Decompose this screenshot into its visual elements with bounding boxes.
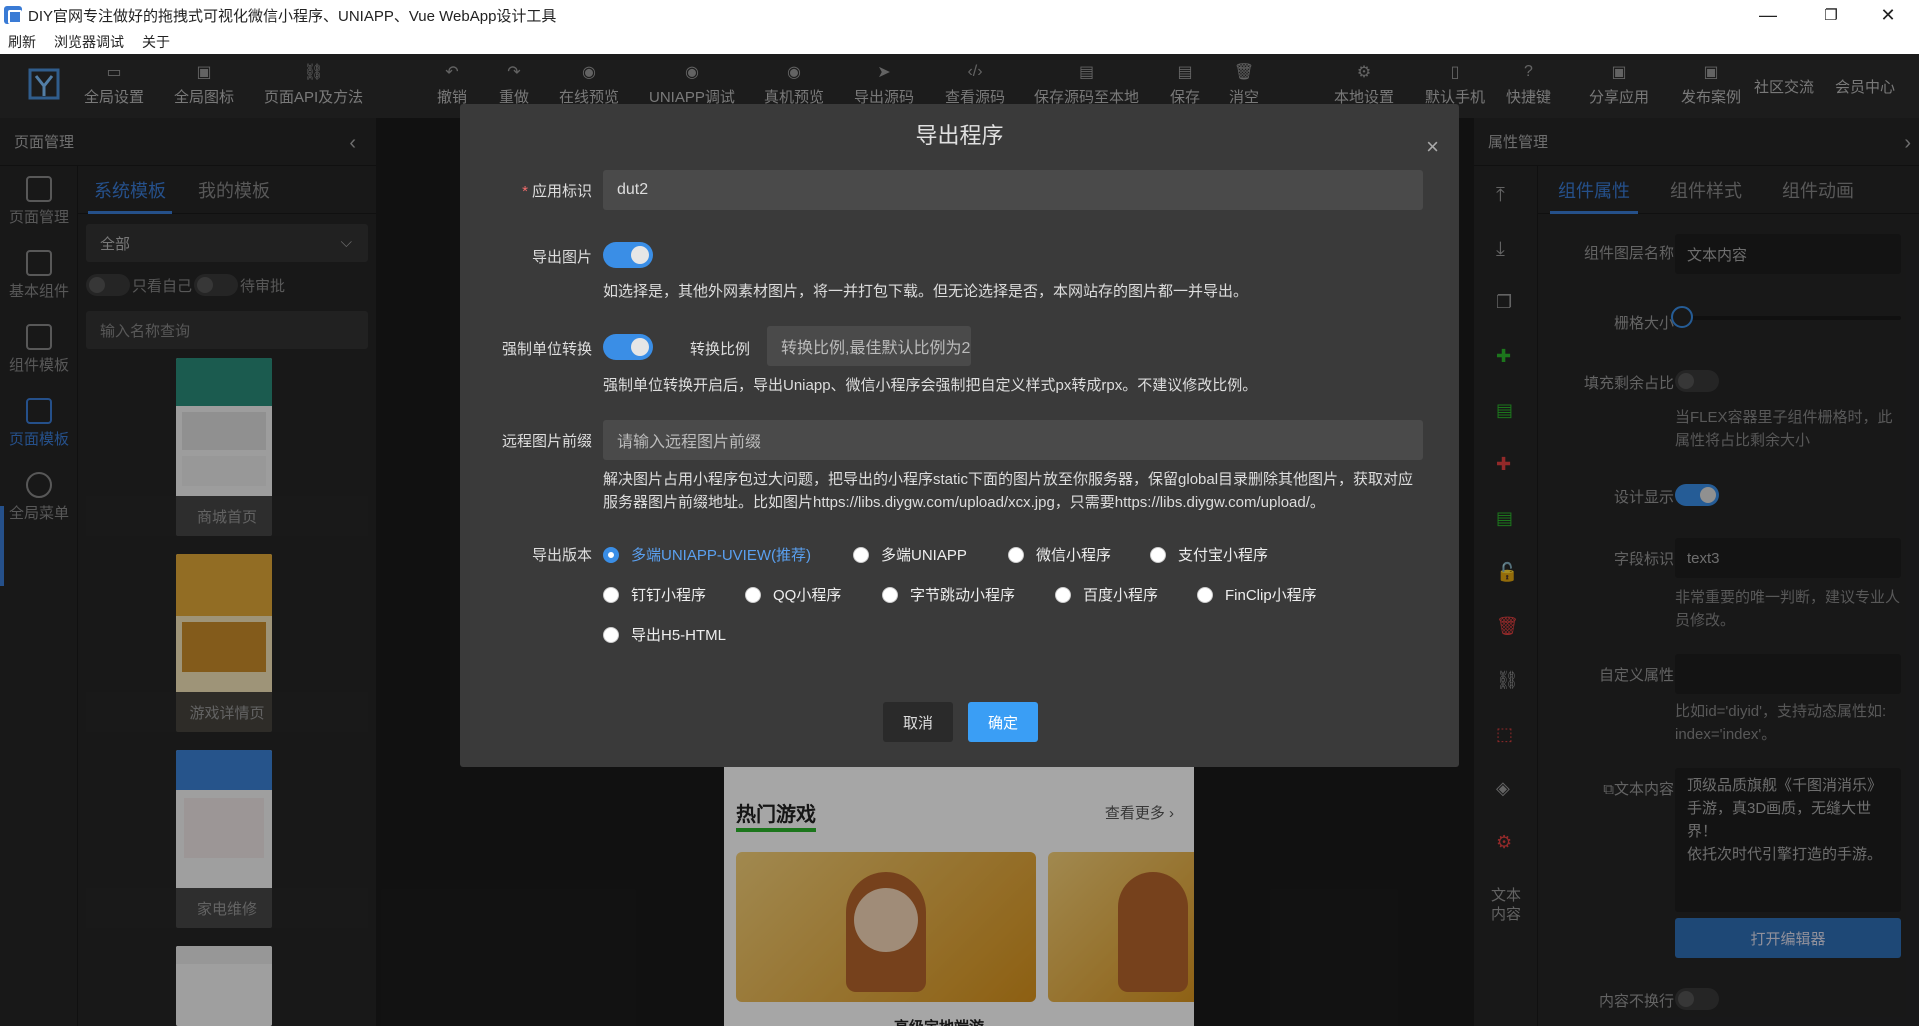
remote-prefix-label: 远程图片前缀 <box>501 433 592 450</box>
radio-alipay[interactable]: 支付宝小程序 <box>1150 544 1268 565</box>
force-unit-toggle[interactable] <box>603 334 653 360</box>
radio-uniapp[interactable]: 多端UNIAPP <box>853 544 967 565</box>
ratio-input[interactable]: 转换比例,最佳默认比例为2 <box>767 326 971 366</box>
required-marker: * <box>522 183 528 200</box>
radio-uniapp-uview[interactable]: 多端UNIAPP-UVIEW(推荐) <box>603 544 811 565</box>
radio-qq[interactable]: QQ小程序 <box>745 584 841 605</box>
export-dialog: 导出程序 × * 应用标识 dut2 导出图片 如选择是，其他外网素材图片，将一并… <box>460 104 1459 767</box>
force-unit-hint: 强制单位转换开启后，导出Uniapp、微信小程序会强制把自定义样式px转成rpx… <box>603 377 1258 394</box>
confirm-button[interactable]: 确定 <box>968 702 1038 742</box>
menu-browser-debug[interactable]: 浏览器调试 <box>54 32 124 52</box>
minimize-button[interactable]: — <box>1742 0 1794 30</box>
close-window-button[interactable]: ✕ <box>1862 0 1914 30</box>
ratio-label: 转换比例 <box>690 341 751 358</box>
remote-prefix-hint: 解决图片占用小程序包过大问题，把导出的小程序static下面的图片放至你服务器，… <box>603 471 1414 511</box>
radio-wechat[interactable]: 微信小程序 <box>1008 544 1111 565</box>
app-id-label: * 应用标识 <box>522 183 592 200</box>
export-images-hint: 如选择是，其他外网素材图片，将一并打包下载。但无论选择是否，本网站存的图片都一并… <box>603 283 1249 300</box>
menu-refresh[interactable]: 刷新 <box>8 32 36 52</box>
dialog-close-icon[interactable]: × <box>1426 134 1439 160</box>
export-images-label: 导出图片 <box>531 249 592 266</box>
radio-dingtalk[interactable]: 钉钉小程序 <box>603 584 706 605</box>
radio-h5-html[interactable]: 导出H5-HTML <box>603 624 726 645</box>
remote-prefix-input[interactable]: 请输入远程图片前缀 <box>603 420 1423 460</box>
force-unit-label: 强制单位转换 <box>501 341 592 358</box>
export-images-toggle[interactable] <box>603 242 653 268</box>
menubar: 刷新 浏览器调试 关于 <box>0 30 1919 54</box>
radio-bytedance[interactable]: 字节跳动小程序 <box>882 584 1015 605</box>
radio-finclip[interactable]: FinClip小程序 <box>1197 584 1317 605</box>
menu-about[interactable]: 关于 <box>142 32 170 52</box>
app-logo-icon <box>4 6 22 24</box>
radio-baidu[interactable]: 百度小程序 <box>1055 584 1158 605</box>
dialog-title: 导出程序 <box>915 123 1004 148</box>
cancel-button[interactable]: 取消 <box>883 702 953 742</box>
maximize-button[interactable]: ❐ <box>1805 0 1857 30</box>
export-version-label: 导出版本 <box>531 547 592 564</box>
window-title: DIY官网专注做好的拖拽式可视化微信小程序、UNIAPP、Vue WebApp设… <box>28 7 557 25</box>
window-titlebar: DIY官网专注做好的拖拽式可视化微信小程序、UNIAPP、Vue WebApp设… <box>0 0 1919 30</box>
app-id-input[interactable]: dut2 <box>603 170 1423 210</box>
